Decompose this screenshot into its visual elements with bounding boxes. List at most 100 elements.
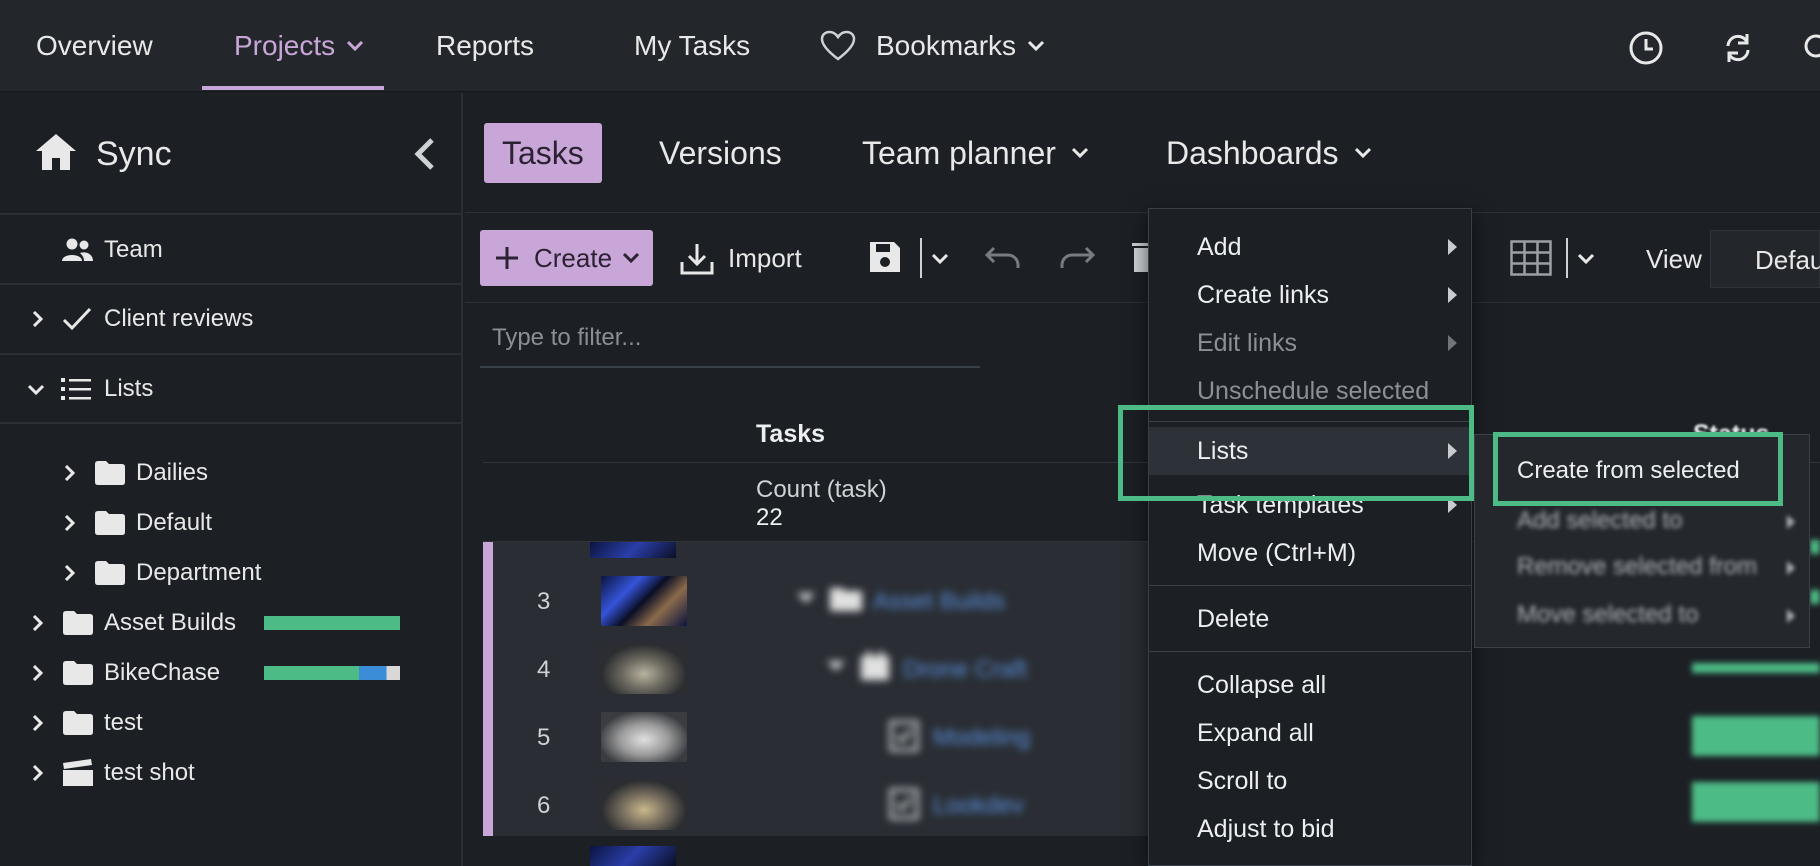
caret-right-icon bbox=[1448, 287, 1457, 303]
menu-item-create-links[interactable]: Create links bbox=[1149, 271, 1471, 319]
search-icon[interactable] bbox=[1800, 30, 1820, 66]
caret-right-icon bbox=[1448, 239, 1457, 255]
submenu-item-move-selected-to[interactable]: Move selected to bbox=[1517, 601, 1698, 629]
filter-field[interactable] bbox=[480, 310, 980, 368]
sidebar-item-test-shot[interactable]: test shot bbox=[0, 748, 463, 798]
sidebar-item-dailies[interactable]: Dailies bbox=[0, 448, 463, 498]
row-number: 6 bbox=[537, 792, 551, 819]
active-nav-underline bbox=[202, 86, 384, 90]
sidebar-item-asset-builds[interactable]: Asset Builds bbox=[0, 598, 463, 648]
chevron-right-icon[interactable] bbox=[62, 565, 78, 581]
tab-tasks[interactable]: Tasks bbox=[484, 123, 602, 183]
sidebar-item-team[interactable]: Team bbox=[0, 225, 463, 275]
view-select[interactable]: Defau bbox=[1710, 230, 1820, 288]
menu-item-label: Unschedule selected bbox=[1197, 376, 1430, 405]
submenu-item-remove-selected-from[interactable]: Remove selected from bbox=[1517, 553, 1757, 581]
nav-projects[interactable]: Projects bbox=[234, 0, 365, 92]
chevron-right-icon[interactable] bbox=[62, 515, 78, 531]
menu-item-scroll-to[interactable]: Scroll to bbox=[1149, 757, 1471, 805]
tab-team-planner[interactable]: Team planner bbox=[862, 123, 1090, 183]
row-name: Asset Builds bbox=[873, 588, 1006, 615]
count-label: Count (task) bbox=[756, 476, 887, 503]
chevron-down-icon[interactable] bbox=[1576, 252, 1596, 266]
sidebar-item-test[interactable]: test bbox=[0, 698, 463, 748]
menu-item-label: Edit links bbox=[1197, 328, 1298, 357]
chevron-down-icon bbox=[347, 40, 364, 52]
column-header-tasks[interactable]: Tasks bbox=[756, 420, 825, 449]
import-button[interactable]: Import bbox=[680, 230, 820, 286]
menu-item-collapse-all[interactable]: Collapse all bbox=[1149, 661, 1471, 709]
chevron-down-icon[interactable] bbox=[825, 658, 847, 674]
nav-my-tasks-label: My Tasks bbox=[634, 30, 751, 61]
nav-my-tasks[interactable]: My Tasks bbox=[634, 0, 750, 92]
caret-right-icon bbox=[1787, 515, 1795, 529]
divider bbox=[1566, 238, 1568, 278]
save-icon[interactable] bbox=[868, 240, 902, 274]
chevron-right-icon[interactable] bbox=[30, 311, 46, 327]
checkmark-icon bbox=[62, 307, 92, 331]
chevron-right-icon[interactable] bbox=[30, 715, 46, 731]
trash-icon[interactable] bbox=[1132, 240, 1148, 274]
task-icon bbox=[889, 720, 919, 752]
divider bbox=[0, 422, 463, 424]
table-row[interactable]: 3 Asset Builds bbox=[493, 566, 1113, 634]
row-number: 3 bbox=[537, 588, 551, 615]
import-button-label: Import bbox=[728, 243, 802, 273]
table-row[interactable]: 6 Lookdev bbox=[493, 770, 1113, 838]
chevron-down-icon[interactable] bbox=[795, 590, 817, 606]
menu-item-delete[interactable]: Delete bbox=[1149, 595, 1471, 643]
menu-item-adjust-to-bid[interactable]: Adjust to bid bbox=[1149, 805, 1471, 853]
table-row[interactable]: 4 Drone Craft bbox=[493, 634, 1113, 702]
menu-item-label: Expand all bbox=[1197, 718, 1314, 747]
chevron-right-icon[interactable] bbox=[30, 665, 46, 681]
menu-item-label: Create links bbox=[1197, 280, 1329, 309]
sidebar-item-default[interactable]: Default bbox=[0, 498, 463, 548]
sidebar-item-bikechase[interactable]: BikeChase bbox=[0, 648, 463, 698]
chevron-down-icon[interactable] bbox=[28, 382, 44, 398]
chevron-right-icon[interactable] bbox=[30, 765, 46, 781]
sidebar-item-department[interactable]: Department bbox=[0, 548, 463, 598]
chevron-down-icon bbox=[622, 252, 640, 264]
sidebar-item-dailies-label: Dailies bbox=[136, 459, 209, 486]
status-bar bbox=[1692, 663, 1820, 673]
nav-overview[interactable]: Overview bbox=[36, 0, 153, 92]
divider bbox=[0, 283, 463, 285]
undo-icon[interactable] bbox=[984, 244, 1022, 272]
asset-icon bbox=[861, 651, 889, 680]
sidebar-item-client-reviews[interactable]: Client reviews bbox=[0, 294, 463, 344]
menu-item-expand-all[interactable]: Expand all bbox=[1149, 709, 1471, 757]
filter-input[interactable] bbox=[480, 310, 980, 366]
table-row[interactable]: 5 Modeling bbox=[493, 702, 1113, 770]
chevron-right-icon[interactable] bbox=[30, 615, 46, 631]
view-label: View bbox=[1646, 244, 1702, 274]
submenu-item-add-selected-to[interactable]: Add selected to bbox=[1517, 507, 1682, 535]
menu-item-add[interactable]: Add bbox=[1149, 223, 1471, 271]
tab-dashboards[interactable]: Dashboards bbox=[1166, 123, 1373, 183]
sync-icon[interactable] bbox=[1720, 30, 1756, 66]
highlight-box bbox=[1118, 405, 1474, 501]
tab-dashboards-label: Dashboards bbox=[1166, 134, 1339, 171]
nav-reports-label: Reports bbox=[436, 30, 535, 61]
chevron-right-icon[interactable] bbox=[62, 465, 78, 481]
thumbnail-partial bbox=[590, 542, 676, 558]
grid-icon[interactable] bbox=[1510, 240, 1552, 276]
sidebar-item-lists[interactable]: Lists bbox=[0, 364, 463, 414]
clock-icon[interactable] bbox=[1628, 30, 1664, 66]
list-icon bbox=[61, 378, 91, 400]
sidebar-item-client-reviews-label: Client reviews bbox=[104, 305, 254, 332]
chevron-down-icon[interactable] bbox=[930, 252, 950, 266]
menu-item-move[interactable]: Move (Ctrl+M) bbox=[1149, 529, 1471, 577]
tab-versions[interactable]: Versions bbox=[659, 123, 782, 183]
nav-bookmarks[interactable]: Bookmarks bbox=[820, 0, 1046, 92]
collapse-sidebar-icon[interactable] bbox=[412, 137, 436, 171]
folder-icon bbox=[63, 611, 93, 635]
create-button[interactable]: Create bbox=[480, 230, 653, 286]
redo-icon[interactable] bbox=[1058, 244, 1096, 272]
selection-accent bbox=[483, 542, 493, 836]
nav-reports[interactable]: Reports bbox=[436, 0, 534, 92]
thumbnail-partial bbox=[590, 846, 676, 866]
thumbnail bbox=[601, 780, 687, 830]
status-badge bbox=[1692, 716, 1820, 756]
plus-icon bbox=[496, 247, 518, 269]
row-name: Lookdev bbox=[933, 792, 1024, 819]
